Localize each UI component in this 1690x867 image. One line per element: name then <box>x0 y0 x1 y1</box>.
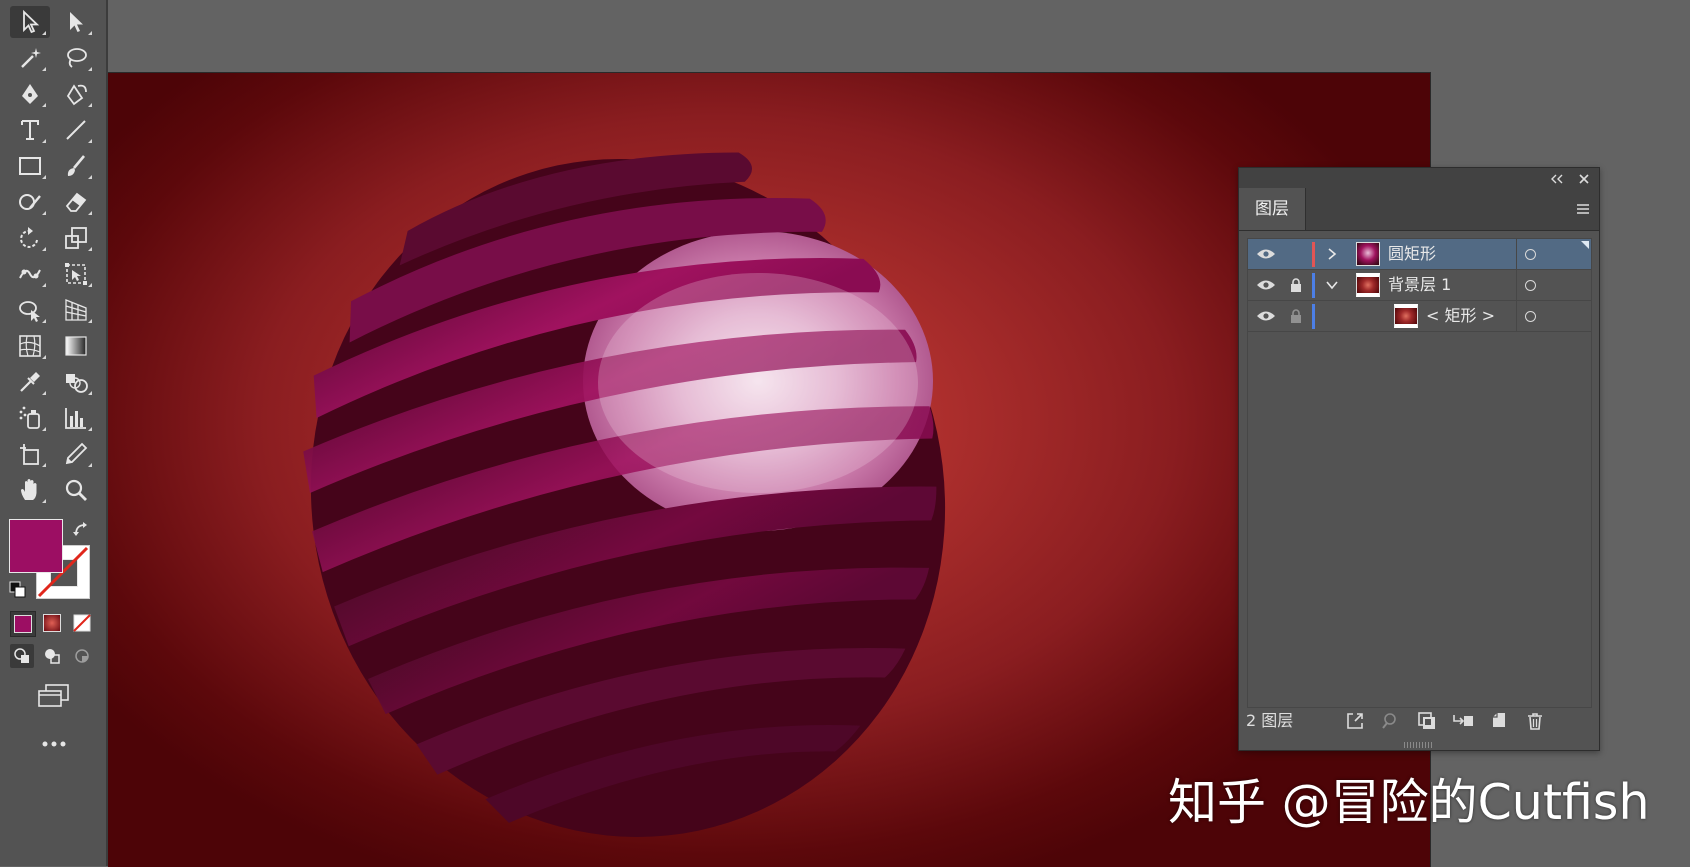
puppet-warp-tool-icon[interactable] <box>10 258 50 290</box>
panel-tabbar: 图层 <box>1239 188 1599 231</box>
visibility-eye-icon[interactable] <box>1252 239 1280 269</box>
scale-tool-icon[interactable] <box>56 222 96 254</box>
selection-tool-icon[interactable] <box>10 6 50 38</box>
column-graph-tool-icon[interactable] <box>56 402 96 434</box>
mesh-tool-icon[interactable] <box>10 330 50 362</box>
slice-tool-icon[interactable] <box>56 438 96 470</box>
layer-color-bar <box>1312 304 1315 329</box>
new-sublayer-icon[interactable] <box>1451 710 1475 732</box>
tools-panel <box>0 0 108 866</box>
delete-layer-icon[interactable] <box>1523 710 1547 732</box>
lock-icon[interactable] <box>1282 301 1310 331</box>
visibility-eye-icon[interactable] <box>1252 270 1280 300</box>
color-mode-button[interactable] <box>10 611 36 637</box>
pen-tool-icon[interactable] <box>10 78 50 110</box>
panel-titlebar[interactable] <box>1239 168 1599 189</box>
symbol-sprayer-tool-icon[interactable] <box>10 402 50 434</box>
panel-footer: 2 图层 <box>1239 706 1599 736</box>
eraser-tool-icon[interactable] <box>56 186 96 218</box>
target-circle-icon[interactable] <box>1520 301 1540 331</box>
zoom-tool-icon[interactable] <box>56 474 96 506</box>
watermark: 知乎 @冒险的Cutfish <box>1168 774 1650 831</box>
rotate-tool-icon[interactable] <box>10 222 50 254</box>
edit-toolbar-icon[interactable] <box>40 735 68 747</box>
draw-normal-icon[interactable] <box>10 644 34 668</box>
panel-menu-icon[interactable] <box>1575 201 1591 217</box>
screen-mode-icon[interactable] <box>36 683 72 709</box>
draw-behind-icon[interactable] <box>40 644 64 668</box>
layer-name[interactable]: < 矩形 > <box>1426 301 1495 331</box>
lock-icon[interactable] <box>1282 270 1310 300</box>
target-circle-icon[interactable] <box>1520 270 1540 300</box>
layer-row[interactable]: < 矩形 > <box>1248 301 1591 332</box>
direct-selection-tool-icon[interactable] <box>56 6 96 38</box>
target-circle-icon[interactable] <box>1520 239 1540 269</box>
eyedropper-tool-icon[interactable] <box>10 366 50 398</box>
layer-name[interactable]: 背景层 1 <box>1388 270 1451 300</box>
magic-wand-tool-icon[interactable] <box>10 42 50 74</box>
rectangle-tool-icon[interactable] <box>10 150 50 182</box>
new-layer-icon[interactable] <box>1487 710 1511 732</box>
lasso-tool-icon[interactable] <box>56 42 96 74</box>
free-transform-tool-icon[interactable] <box>56 258 96 290</box>
artboard-tool-icon[interactable] <box>10 438 50 470</box>
layer-color-bar <box>1312 273 1315 298</box>
layer-color-bar <box>1312 242 1315 267</box>
selection-indicator-icon <box>1581 241 1589 249</box>
layer-thumbnail <box>1356 273 1380 297</box>
close-panel-icon[interactable] <box>1577 171 1591 185</box>
shape-builder-tool-icon[interactable] <box>10 294 50 326</box>
column-divider <box>1516 239 1517 332</box>
blend-tool-icon[interactable] <box>56 366 96 398</box>
layer-row[interactable]: 圆矩形 <box>1248 239 1591 270</box>
line-segment-tool-icon[interactable] <box>56 114 96 146</box>
paintbrush-tool-icon[interactable] <box>56 150 96 182</box>
visibility-eye-icon[interactable] <box>1252 301 1280 331</box>
sliced-sphere-artwork[interactable] <box>108 73 1430 867</box>
perspective-grid-tool-icon[interactable] <box>56 294 96 326</box>
curvature-tool-icon[interactable] <box>56 78 96 110</box>
gradient-mode-button[interactable] <box>40 611 64 635</box>
clipping-mask-icon[interactable] <box>1415 710 1439 732</box>
swap-fill-stroke-icon[interactable] <box>72 520 92 540</box>
draw-inside-icon[interactable] <box>70 644 94 668</box>
layer-thumbnail <box>1394 304 1418 328</box>
chevron-down-icon[interactable] <box>1322 270 1342 300</box>
default-fill-stroke-icon[interactable] <box>9 581 27 599</box>
layer-list: 圆矩形 背景层 1 < 矩形 > <box>1247 238 1592 708</box>
hand-tool-icon[interactable] <box>10 474 50 506</box>
artboard[interactable] <box>108 72 1431 867</box>
locate-object-icon[interactable] <box>1379 710 1403 732</box>
export-icon[interactable] <box>1343 710 1367 732</box>
layer-name[interactable]: 圆矩形 <box>1388 239 1436 269</box>
gradient-tool-icon[interactable] <box>56 330 96 362</box>
collapse-panel-icon[interactable] <box>1549 171 1565 185</box>
shaper-tool-icon[interactable] <box>10 186 50 218</box>
layers-panel: 图层 圆矩形 背景层 1 < 矩形 > 2 图层 <box>1238 167 1600 751</box>
fill-swatch[interactable] <box>9 519 63 573</box>
chevron-right-icon[interactable] <box>1322 239 1342 269</box>
layer-count: 2 图层 <box>1246 711 1294 730</box>
lock-toggle[interactable] <box>1282 239 1310 269</box>
layer-thumbnail <box>1356 242 1380 266</box>
none-mode-button[interactable] <box>70 611 94 635</box>
resize-grip-icon[interactable] <box>1404 742 1434 748</box>
layer-row[interactable]: 背景层 1 <box>1248 270 1591 301</box>
type-tool-icon[interactable] <box>10 114 50 146</box>
tab-layers[interactable]: 图层 <box>1239 188 1306 230</box>
